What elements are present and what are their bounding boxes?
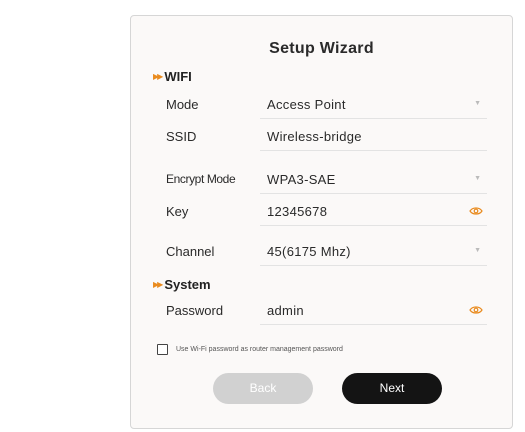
eye-icon[interactable]	[469, 206, 483, 216]
ssid-row: SSID Wireless-bridge	[166, 123, 487, 151]
password-row: Password admin	[166, 297, 487, 325]
back-button[interactable]: Back	[213, 373, 313, 404]
ssid-input[interactable]: Wireless-bridge	[260, 123, 487, 151]
use-wifi-password-checkbox[interactable]	[157, 344, 168, 355]
key-input[interactable]: 12345678	[260, 198, 487, 226]
channel-select[interactable]: 45(6175 Mhz) ▼	[260, 238, 487, 266]
key-value: 12345678	[267, 204, 328, 219]
mode-row: Mode Access Point ▼	[166, 91, 487, 119]
encrypt-mode-label: Encrypt Mode	[166, 172, 236, 186]
encrypt-mode-value: WPA3-SAE	[267, 172, 336, 187]
system-section-label: System	[164, 277, 211, 292]
password-value: admin	[267, 303, 304, 318]
double-chevron-right-icon: ▶▶	[153, 72, 163, 81]
use-wifi-password-label: Use Wi-Fi password as router management …	[176, 346, 343, 353]
caret-down-icon: ▼	[474, 175, 481, 182]
caret-down-icon: ▼	[474, 100, 481, 107]
channel-value: 45(6175 Mhz)	[267, 244, 351, 259]
mode-label: Mode	[166, 97, 199, 112]
password-label: Password	[166, 303, 224, 318]
ssid-value: Wireless-bridge	[267, 129, 362, 144]
mode-value: Access Point	[267, 97, 346, 112]
key-label: Key	[166, 204, 189, 219]
wifi-section-header: ▶▶ WIFI	[153, 69, 192, 84]
channel-row: Channel 45(6175 Mhz) ▼	[166, 238, 487, 266]
encrypt-mode-row: Encrypt Mode WPA3-SAE ▼	[166, 166, 487, 194]
ssid-label: SSID	[166, 129, 197, 144]
channel-label: Channel	[166, 244, 215, 259]
mode-select[interactable]: Access Point ▼	[260, 91, 487, 119]
next-button[interactable]: Next	[342, 373, 442, 404]
wifi-section-label: WIFI	[164, 69, 192, 84]
system-section-header: ▶▶ System	[153, 277, 211, 292]
password-input[interactable]: admin	[260, 297, 487, 325]
key-row: Key 12345678	[166, 198, 487, 226]
double-chevron-right-icon: ▶▶	[153, 280, 163, 289]
caret-down-icon: ▼	[474, 247, 481, 254]
setup-wizard-panel: Setup Wizard ▶▶ WIFI Mode Access Point ▼…	[130, 15, 513, 429]
encrypt-mode-select[interactable]: WPA3-SAE ▼	[260, 166, 487, 194]
eye-icon[interactable]	[469, 305, 483, 315]
wizard-title: Setup Wizard	[269, 40, 374, 57]
use-wifi-password-option[interactable]: Use Wi-Fi password as router management …	[157, 344, 343, 355]
